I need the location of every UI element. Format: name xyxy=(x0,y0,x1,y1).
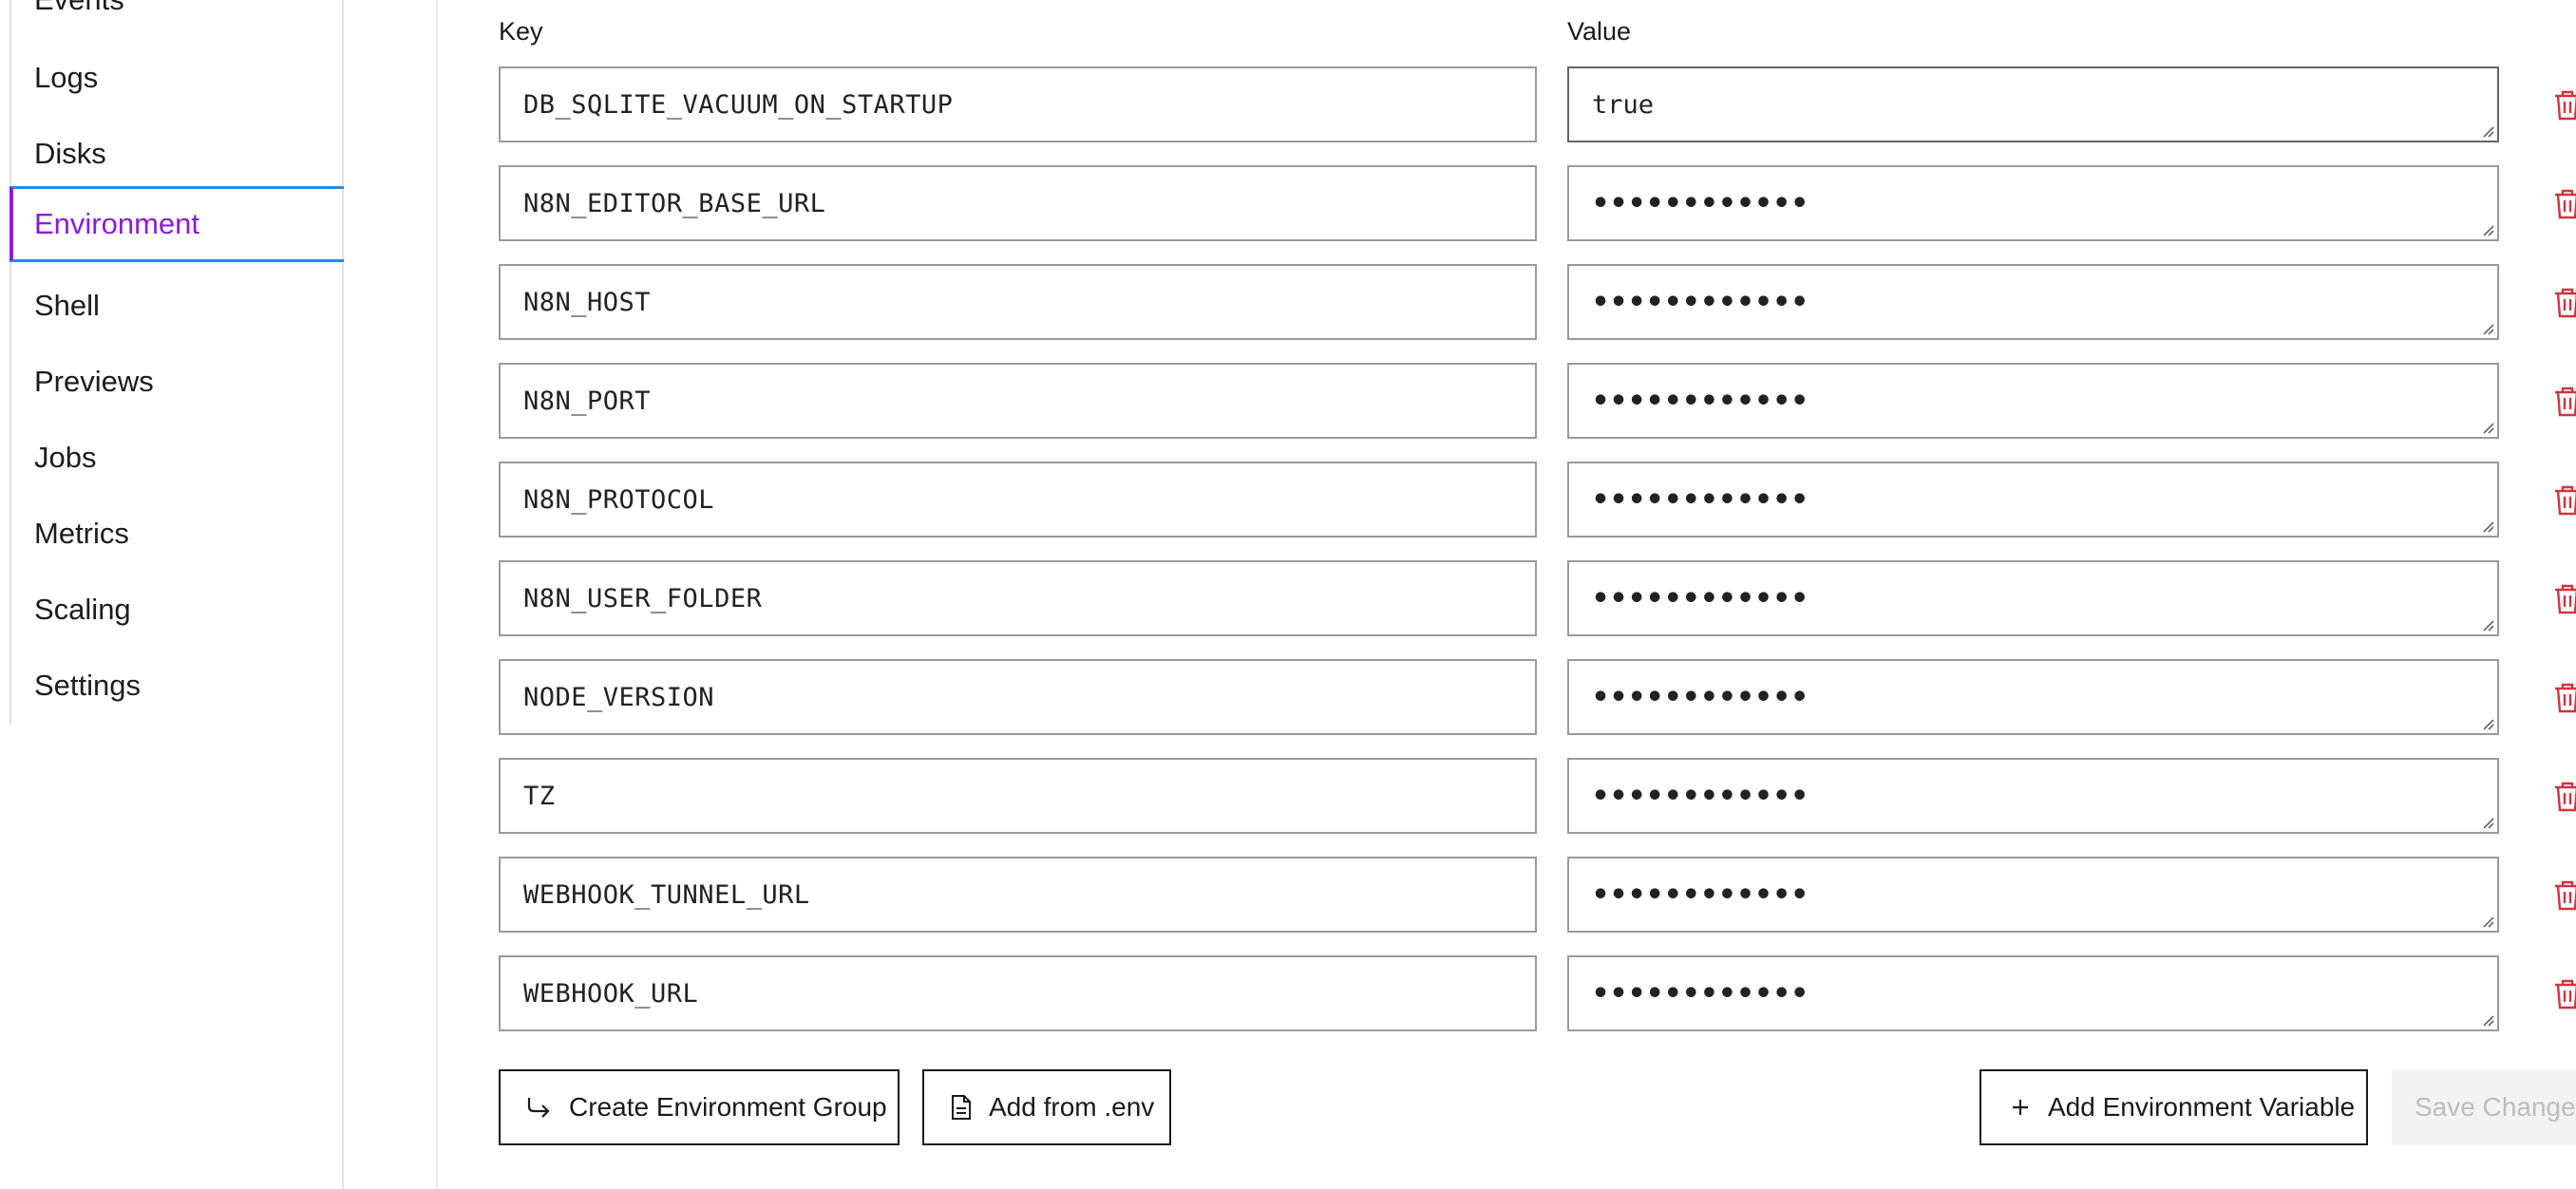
env-var-row: N8N_HOST •••••••••••• xyxy=(0,264,2576,340)
env-var-row: N8N_USER_FOLDER •••••••••••• xyxy=(0,560,2576,636)
resize-grip-icon[interactable] xyxy=(2481,1013,2494,1027)
trash-icon[interactable] xyxy=(2553,979,2576,1010)
button-label: Add from .env xyxy=(989,1092,1155,1122)
env-key-text: N8N_USER_FOLDER xyxy=(523,583,763,613)
env-value-input[interactable]: •••••••••••• xyxy=(1567,264,2499,340)
env-value-text: •••••••••••• xyxy=(1592,482,1809,517)
trash-icon[interactable] xyxy=(2553,584,2576,614)
env-key-input[interactable]: N8N_PORT xyxy=(499,363,1537,439)
env-value-input[interactable]: true xyxy=(1567,66,2499,142)
button-label: Save Changes xyxy=(2415,1092,2576,1122)
resize-grip-icon[interactable] xyxy=(2481,322,2494,335)
env-key-input[interactable]: N8N_EDITOR_BASE_URL xyxy=(499,165,1537,241)
env-key-input[interactable]: NODE_VERSION xyxy=(499,659,1537,735)
env-key-text: N8N_HOST xyxy=(523,287,652,317)
env-key-input[interactable]: DB_SQLITE_VACUUM_ON_STARTUP xyxy=(499,66,1537,142)
env-key-text: N8N_PORT xyxy=(523,386,652,416)
env-value-input[interactable]: •••••••••••• xyxy=(1567,857,2499,933)
resize-grip-icon[interactable] xyxy=(2481,618,2494,632)
env-var-row: N8N_PROTOCOL •••••••••••• xyxy=(0,462,2576,538)
resize-grip-icon[interactable] xyxy=(2481,717,2494,730)
env-var-row: NODE_VERSION •••••••••••• xyxy=(0,659,2576,735)
env-value-text: •••••••••••• xyxy=(1592,680,1809,714)
resize-grip-icon[interactable] xyxy=(2481,124,2494,138)
env-value-text: •••••••••••• xyxy=(1592,186,1809,220)
trash-icon[interactable] xyxy=(2553,189,2576,219)
save-changes-button[interactable]: Save Changes xyxy=(2392,1069,2576,1145)
env-key-text: WEBHOOK_URL xyxy=(523,978,699,1009)
button-label: Add Environment Variable xyxy=(2048,1092,2356,1122)
trash-icon[interactable] xyxy=(2553,288,2576,318)
env-key-text: N8N_PROTOCOL xyxy=(523,484,715,515)
env-key-input[interactable]: N8N_PROTOCOL xyxy=(499,462,1537,538)
env-key-input[interactable]: WEBHOOK_TUNNEL_URL xyxy=(499,857,1537,933)
add-environment-variable-button[interactable]: Add Environment Variable xyxy=(1979,1069,2368,1145)
resize-grip-icon[interactable] xyxy=(2481,223,2494,236)
trash-icon[interactable] xyxy=(2553,782,2576,812)
env-key-input[interactable]: WEBHOOK_URL xyxy=(499,955,1537,1031)
env-value-text: •••••••••••• xyxy=(1592,976,1809,1010)
env-key-input[interactable]: N8N_HOST xyxy=(499,264,1537,340)
env-key-text: N8N_EDITOR_BASE_URL xyxy=(523,188,826,218)
env-value-text: •••••••••••• xyxy=(1592,581,1809,615)
value-column-header: Value xyxy=(1567,17,1632,46)
env-var-row: DB_SQLITE_VACUUM_ON_STARTUP true xyxy=(0,66,2576,142)
resize-grip-icon[interactable] xyxy=(2481,421,2494,434)
resize-grip-icon[interactable] xyxy=(2481,816,2494,829)
file-icon xyxy=(951,1094,972,1121)
env-key-text: WEBHOOK_TUNNEL_URL xyxy=(523,879,810,910)
env-var-row: N8N_PORT •••••••••••• xyxy=(0,363,2576,439)
trash-icon[interactable] xyxy=(2553,387,2576,417)
env-value-input[interactable]: •••••••••••• xyxy=(1567,462,2499,538)
env-value-text: •••••••••••• xyxy=(1592,779,1809,813)
env-value-text: •••••••••••• xyxy=(1592,285,1809,319)
resize-grip-icon[interactable] xyxy=(2481,519,2494,533)
trash-icon[interactable] xyxy=(2553,880,2576,911)
env-value-input[interactable]: •••••••••••• xyxy=(1567,758,2499,834)
env-value-input[interactable]: •••••••••••• xyxy=(1567,165,2499,241)
env-key-text: NODE_VERSION xyxy=(523,682,715,712)
resize-grip-icon[interactable] xyxy=(2481,915,2494,928)
button-label: Create Environment Group xyxy=(569,1092,887,1122)
env-var-row: TZ •••••••••••• xyxy=(0,758,2576,834)
env-var-row: WEBHOOK_TUNNEL_URL •••••••••••• xyxy=(0,857,2576,933)
add-from-env-button[interactable]: Add from .env xyxy=(922,1069,1171,1145)
env-key-input[interactable]: TZ xyxy=(499,758,1537,834)
plus-icon xyxy=(2010,1097,2031,1118)
env-key-input[interactable]: N8N_USER_FOLDER xyxy=(499,560,1537,636)
env-var-row: WEBHOOK_URL •••••••••••• xyxy=(0,955,2576,1031)
env-value-input[interactable]: •••••••••••• xyxy=(1567,363,2499,439)
sidebar-item-label: Events xyxy=(34,0,124,17)
env-value-text: •••••••••••• xyxy=(1592,878,1809,912)
env-var-row: N8N_EDITOR_BASE_URL •••••••••••• xyxy=(0,165,2576,241)
environment-page: Events Logs Disks Environment Shell Prev… xyxy=(0,0,2576,1189)
create-environment-group-button[interactable]: Create Environment Group xyxy=(499,1069,900,1145)
trash-icon[interactable] xyxy=(2553,683,2576,713)
env-key-text: DB_SQLITE_VACUUM_ON_STARTUP xyxy=(523,89,954,120)
env-value-input[interactable]: •••••••••••• xyxy=(1567,955,2499,1031)
env-value-text: true xyxy=(1592,89,1655,120)
env-value-input[interactable]: •••••••••••• xyxy=(1567,659,2499,735)
key-column-header: Key xyxy=(499,17,543,46)
trash-icon[interactable] xyxy=(2553,485,2576,516)
env-key-text: TZ xyxy=(523,781,556,811)
env-value-input[interactable]: •••••••••••• xyxy=(1567,560,2499,636)
sidebar-item-events[interactable]: Events xyxy=(11,0,344,38)
env-value-text: •••••••••••• xyxy=(1592,384,1809,418)
trash-icon[interactable] xyxy=(2553,90,2576,121)
arrow-return-icon xyxy=(525,1095,552,1120)
